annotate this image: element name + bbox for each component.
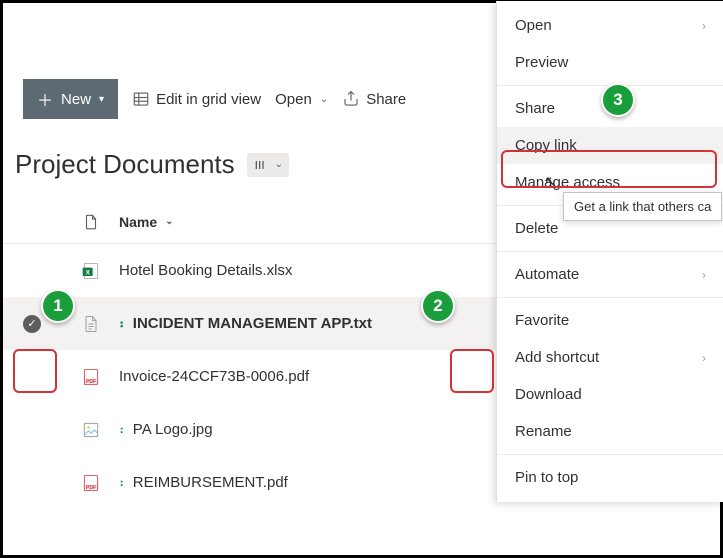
chevron-right-icon: › xyxy=(702,268,706,282)
svg-text:X: X xyxy=(85,269,90,276)
ctx-add-shortcut[interactable]: Add shortcut› xyxy=(497,339,723,376)
open-button[interactable]: Open ⌄ xyxy=(275,91,328,108)
open-label: Open xyxy=(275,91,312,108)
file-icon xyxy=(82,211,100,233)
file-type-icon: PDF xyxy=(63,365,119,389)
file-type-icon: X xyxy=(63,259,119,283)
edit-grid-label: Edit in grid view xyxy=(156,91,261,108)
page-title: Project Documents xyxy=(15,149,235,180)
callout-1: 1 xyxy=(41,289,75,323)
svg-text:PDF: PDF xyxy=(86,484,96,490)
file-type-icon xyxy=(63,418,119,442)
new-indicator-icon: ⠆ xyxy=(119,476,127,490)
new-indicator-icon: ⠆ xyxy=(119,423,127,437)
share-label: Share xyxy=(366,91,406,108)
ctx-copy-link[interactable]: Copy link xyxy=(497,127,723,164)
separator xyxy=(497,297,723,298)
ctx-pin[interactable]: Pin to top xyxy=(497,459,723,496)
tooltip: Get a link that others ca xyxy=(563,192,722,221)
file-name: Hotel Booking Details.xlsx xyxy=(119,262,292,279)
chevron-down-icon: ▾ xyxy=(99,94,104,105)
file-name: PA Logo.jpg xyxy=(133,421,213,438)
plus-icon: ＋ xyxy=(37,87,53,111)
file-name: Invoice-24CCF73B-0006.pdf xyxy=(119,368,309,385)
name-header-label: Name xyxy=(119,214,157,230)
grid-icon xyxy=(132,90,150,108)
ctx-automate[interactable]: Automate› xyxy=(497,256,723,293)
chevron-right-icon: › xyxy=(702,19,706,33)
ctx-open[interactable]: Open› xyxy=(497,7,723,44)
row-selected-icon[interactable]: ✓ xyxy=(23,315,41,333)
chevron-down-icon: ⌄ xyxy=(165,216,173,227)
context-menu: Open› Preview Share Copy link Manage acc… xyxy=(496,1,723,502)
chevron-down-icon: ⌄ xyxy=(275,159,283,170)
share-button[interactable]: Share xyxy=(342,90,406,108)
new-indicator-icon: ⠆ xyxy=(119,317,127,331)
callout-2: 2 xyxy=(421,289,455,323)
svg-text:PDF: PDF xyxy=(86,378,96,384)
new-label: New xyxy=(61,91,91,108)
file-name: INCIDENT MANAGEMENT APP.txt xyxy=(133,315,372,332)
file-name: REIMBURSEMENT.pdf xyxy=(133,474,288,491)
separator xyxy=(497,251,723,252)
share-icon xyxy=(342,90,360,108)
ctx-favorite[interactable]: Favorite xyxy=(497,302,723,339)
ctx-preview[interactable]: Preview xyxy=(497,44,723,81)
file-type-icon: PDF xyxy=(63,471,119,495)
chevron-right-icon: › xyxy=(702,351,706,365)
ctx-rename[interactable]: Rename xyxy=(497,413,723,450)
list-view-icon xyxy=(253,157,269,173)
edit-grid-button[interactable]: Edit in grid view xyxy=(132,90,261,108)
new-button[interactable]: ＋ New ▾ xyxy=(23,79,118,119)
doc-type-header[interactable] xyxy=(63,211,119,233)
callout-3: 3 xyxy=(601,83,635,117)
chevron-down-icon: ⌄ xyxy=(320,94,328,105)
view-switcher[interactable]: ⌄ xyxy=(247,153,289,177)
separator xyxy=(497,454,723,455)
ctx-download[interactable]: Download xyxy=(497,376,723,413)
